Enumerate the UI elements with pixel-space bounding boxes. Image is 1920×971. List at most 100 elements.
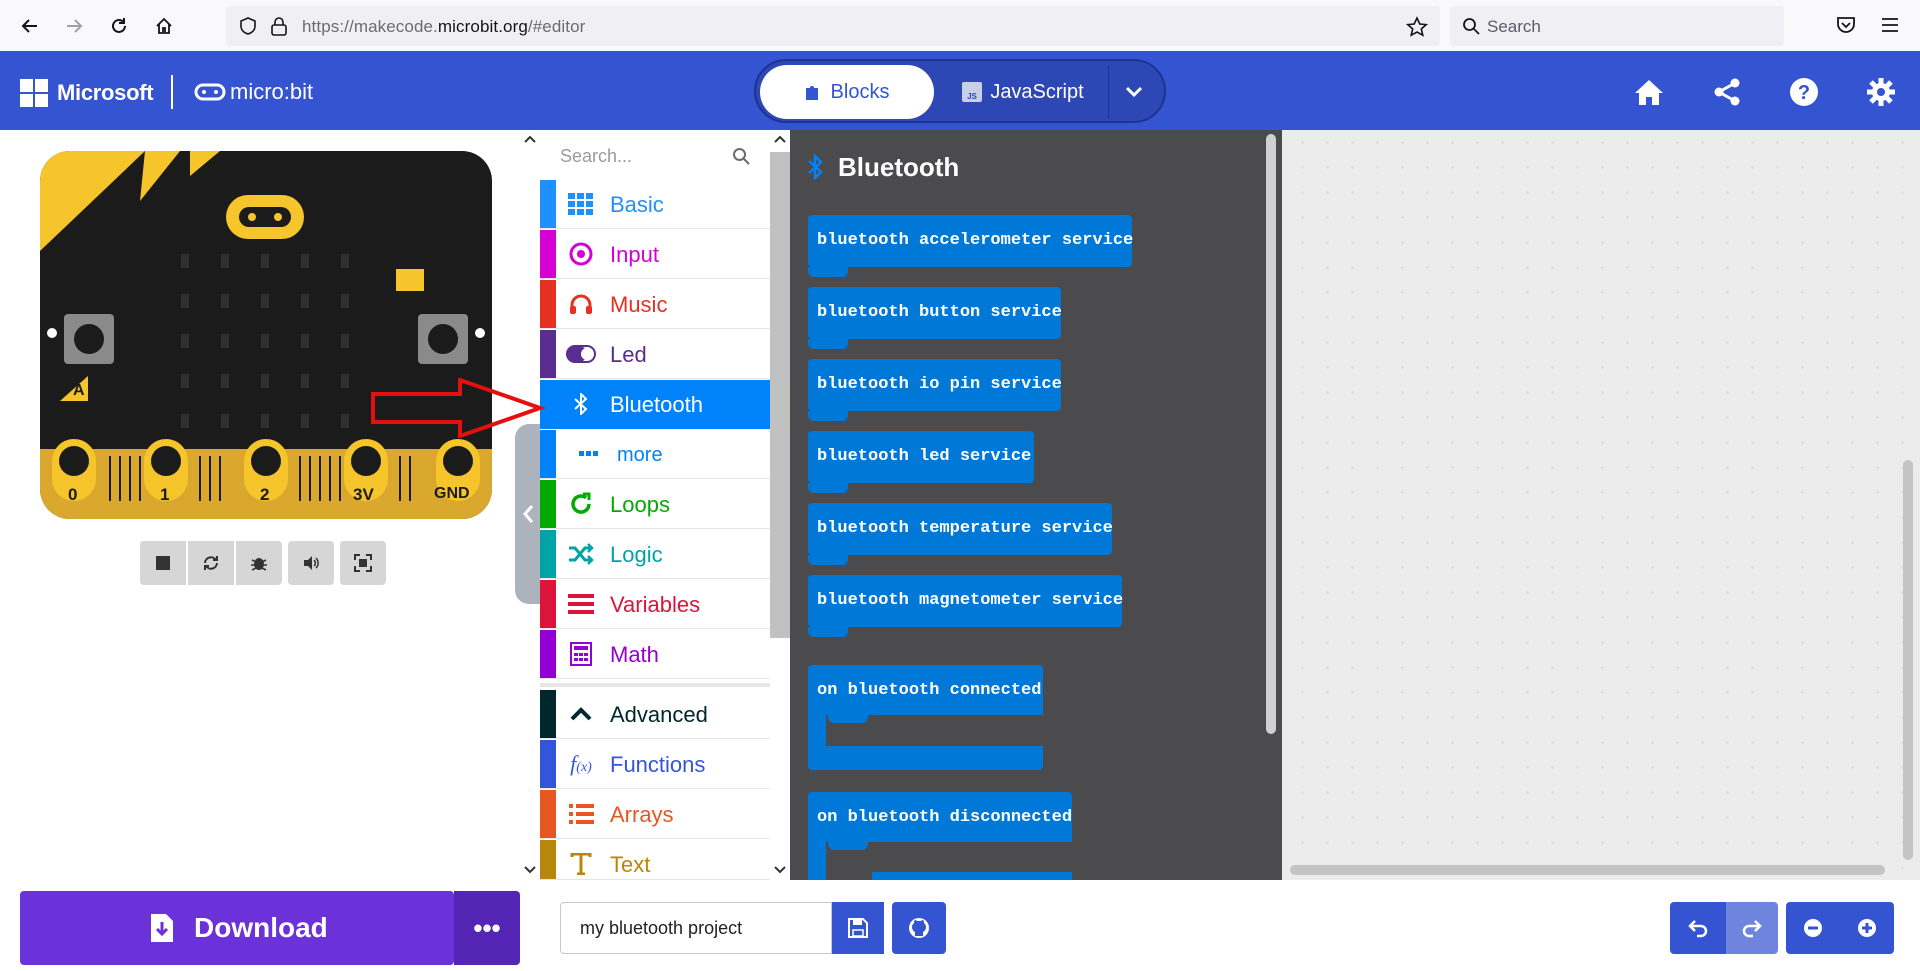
search-icon (1463, 18, 1480, 35)
chevron-down-icon[interactable] (774, 865, 786, 875)
block-bluetooth-io-pin-service[interactable]: bluetooth io pin service (808, 359, 1062, 411)
block-bluetooth-magnetometer-service[interactable]: bluetooth magnetometer service (808, 575, 1124, 627)
microbit-logo[interactable]: micro:bit (194, 79, 313, 105)
block-on-bluetooth-connected[interactable]: on bluetooth connected (808, 665, 1043, 715)
block-label: bluetooth magnetometer service (817, 591, 1124, 610)
microbit-label: micro:bit (230, 79, 314, 104)
category-bluetooth-more[interactable]: more (540, 430, 770, 479)
editor-header: Microsoft micro:bit Blocks JS JavaScript… (0, 51, 1920, 130)
microsoft-label: Microsoft (57, 80, 154, 105)
calculator-icon (566, 640, 596, 668)
url-text[interactable]: https://makecode.microbit.org/#editor (302, 17, 585, 37)
block-inner-notch (828, 842, 868, 850)
annotation-arrow-icon (371, 378, 545, 438)
list-lines-icon (566, 590, 596, 618)
pin-0-label: 0 (68, 485, 78, 504)
microbit-icon (194, 83, 226, 101)
tab-javascript[interactable]: JS JavaScript (948, 65, 1098, 119)
block-c-bottom (872, 872, 1072, 880)
chevron-up-icon[interactable] (774, 134, 786, 144)
browser-search-field[interactable]: Search (1450, 6, 1784, 46)
microsoft-logo[interactable]: Microsoft (20, 79, 154, 107)
collapse-simulator-button[interactable] (515, 424, 540, 604)
save-button[interactable] (832, 902, 884, 954)
toggle-icon (566, 340, 596, 368)
bug-icon (251, 558, 267, 571)
redo-button[interactable] (1726, 902, 1778, 954)
download-button[interactable]: Download (20, 891, 454, 965)
category-advanced[interactable]: Advanced (540, 690, 770, 739)
logo-divider (171, 75, 173, 109)
debug-simulator-button[interactable] (236, 541, 282, 585)
tab-blocks[interactable]: Blocks (760, 65, 934, 119)
toolbox: Search... Basic Input Music Led Bluetoot… (540, 130, 770, 880)
category-color-bar (540, 630, 556, 678)
workspace-vertical-scrollbar[interactable] (1903, 460, 1913, 860)
category-text[interactable]: Text (540, 840, 770, 880)
category-functions[interactable]: f(x) Functions (540, 740, 770, 789)
microbit-simulator-board[interactable]: B A 0 1 2 3V GND (40, 151, 492, 519)
back-button[interactable] (12, 8, 48, 44)
help-button[interactable]: ? (1787, 75, 1821, 109)
pocket-icon[interactable] (1835, 15, 1857, 35)
toolbox-search-input[interactable]: Search... (540, 130, 770, 180)
svg-text:JS: JS (967, 92, 977, 101)
category-bluetooth[interactable]: Bluetooth (540, 380, 770, 429)
home-button[interactable] (146, 8, 182, 44)
home-menu-button[interactable] (1632, 75, 1666, 109)
flyout-scrollbar[interactable] (1266, 134, 1276, 734)
editor-mode-switch: Blocks JS JavaScript (754, 59, 1166, 123)
project-name-input[interactable] (560, 902, 832, 954)
settings-button[interactable] (1864, 75, 1898, 109)
star-icon[interactable] (1406, 16, 1428, 38)
block-c-arm (808, 842, 826, 880)
zoom-out-button[interactable] (1786, 902, 1840, 954)
lock-icon[interactable] (270, 16, 288, 36)
block-bluetooth-accelerometer-service[interactable]: bluetooth accelerometer service (808, 215, 1133, 267)
category-input[interactable]: Input (540, 230, 770, 279)
category-basic[interactable]: Basic (540, 180, 770, 229)
block-inner-notch (828, 715, 868, 723)
pin-1-label: 1 (160, 485, 170, 504)
category-led[interactable]: Led (540, 330, 770, 379)
category-math[interactable]: Math (540, 630, 770, 679)
category-music[interactable]: Music (540, 280, 770, 329)
svg-text:?: ? (1798, 82, 1810, 104)
block-bluetooth-temperature-service[interactable]: bluetooth temperature service (808, 503, 1113, 555)
download-more-button[interactable]: ••• (454, 891, 520, 965)
fullscreen-simulator-button[interactable] (340, 541, 386, 585)
language-dropdown[interactable] (1108, 65, 1159, 119)
block-bluetooth-led-service[interactable]: bluetooth led service (808, 431, 1034, 483)
undo-button[interactable] (1670, 902, 1726, 954)
share-button[interactable] (1710, 75, 1744, 109)
pin-2-label: 2 (260, 485, 270, 504)
category-loops[interactable]: Loops (540, 480, 770, 529)
chevron-up-icon (566, 700, 596, 728)
category-logic[interactable]: Logic (540, 530, 770, 579)
category-color-bar (540, 740, 556, 788)
toolbox-scroll-thumb[interactable] (770, 152, 790, 638)
github-button[interactable] (892, 902, 946, 954)
toolbox-scrollbar[interactable] (770, 130, 790, 880)
stop-simulator-button[interactable] (140, 541, 186, 585)
block-bluetooth-button-service[interactable]: bluetooth button service (808, 287, 1062, 339)
forward-button[interactable] (56, 8, 92, 44)
category-arrays[interactable]: Arrays (540, 790, 770, 839)
workspace-horizontal-scrollbar[interactable] (1290, 865, 1885, 875)
address-bar[interactable]: https://makecode.microbit.org/#editor (226, 6, 1440, 46)
shield-icon[interactable] (238, 16, 258, 36)
redo-icon (1742, 920, 1762, 938)
zoom-in-icon (1858, 919, 1876, 937)
gear-icon (1867, 78, 1895, 106)
zoom-in-button[interactable] (1840, 902, 1894, 954)
menu-icon[interactable] (1880, 15, 1900, 35)
chevron-down-icon[interactable] (524, 865, 536, 875)
category-variables[interactable]: Variables (540, 580, 770, 629)
restart-simulator-button[interactable] (188, 541, 234, 585)
arrow-left-icon (21, 19, 37, 33)
chevron-up-icon[interactable] (524, 134, 536, 144)
reload-button[interactable] (101, 8, 137, 44)
block-on-bluetooth-disconnected[interactable]: on bluetooth disconnected (808, 792, 1072, 842)
mute-simulator-button[interactable] (288, 541, 334, 585)
browser-toolbar: https://makecode.microbit.org/#editor Se… (0, 0, 1920, 52)
